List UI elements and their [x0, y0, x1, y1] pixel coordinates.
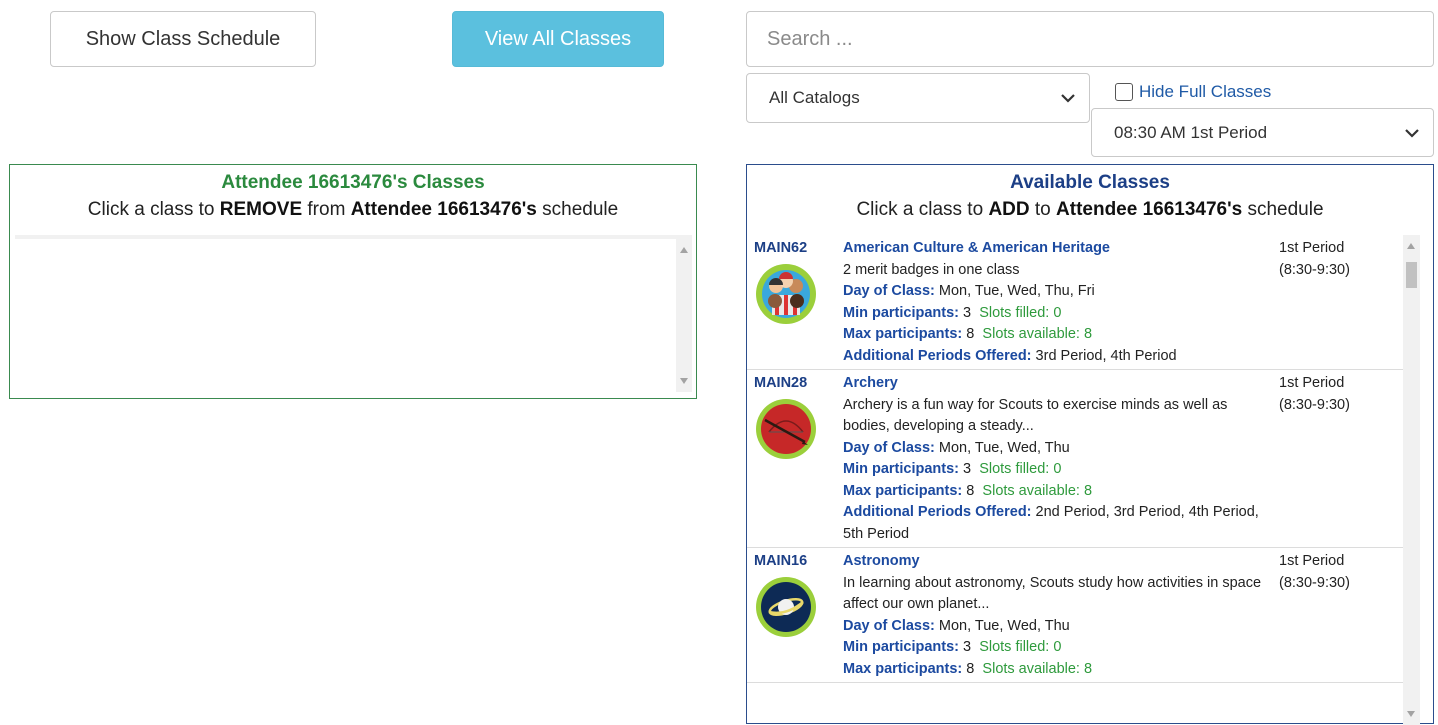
- class-days: Mon, Tue, Wed, Thu: [938, 439, 1070, 456]
- scroll-thumb[interactable]: [1406, 262, 1417, 288]
- chevron-down-icon: [1405, 128, 1419, 138]
- class-days: Mon, Tue, Wed, Thu, Fri: [938, 283, 1095, 299]
- class-max: 8: [966, 482, 975, 499]
- class-period-time: (8:30-9:30): [1279, 261, 1350, 278]
- day-label: Day of Class:: [843, 283, 935, 299]
- instr-action: REMOVE: [219, 199, 303, 220]
- class-period-name: 1st Period: [1279, 553, 1345, 569]
- attendee-classes-list[interactable]: [15, 235, 692, 392]
- max-label: Max participants:: [843, 326, 963, 342]
- available-classes-panel: Available Classes Click a class to ADD t…: [746, 164, 1434, 725]
- available-label: Slots available:: [982, 482, 1080, 499]
- class-period-name: 1st Period: [1279, 375, 1345, 391]
- instr-text: Click a class to: [856, 199, 989, 220]
- class-period-name: 1st Period: [1279, 240, 1345, 256]
- period-select[interactable]: 08:30 AM 1st Period: [1091, 108, 1434, 157]
- class-additional: 3rd Period, 4th Period: [1035, 347, 1177, 364]
- class-row[interactable]: MAIN28 1st Period (8:30-9:30) Archery Arc…: [747, 370, 1403, 548]
- instr-text: to: [1029, 199, 1057, 220]
- class-code: MAIN62: [754, 240, 808, 256]
- class-name: Astronomy: [843, 553, 920, 569]
- hide-full-classes-label: Hide Full Classes: [1139, 82, 1272, 101]
- class-name: American Culture & American Heritage: [843, 240, 1110, 256]
- class-period: 1st Period (8:30-9:30): [1279, 238, 1350, 281]
- filled-label: Slots filled:: [979, 461, 1050, 477]
- class-max: 8: [966, 326, 975, 342]
- class-code: MAIN28: [754, 375, 808, 391]
- min-label: Min participants:: [843, 461, 960, 477]
- instr-text: schedule: [1242, 199, 1324, 220]
- filled-label: Slots filled:: [979, 639, 1050, 655]
- class-period: 1st Period (8:30-9:30): [1279, 373, 1350, 416]
- class-max: 8: [966, 660, 975, 677]
- min-label: Min participants:: [843, 304, 960, 321]
- scroll-down-icon[interactable]: [1407, 711, 1415, 717]
- instr-attendee: Attendee 16613476's: [350, 199, 537, 220]
- class-min: 3: [963, 639, 972, 655]
- class-available: 8: [1083, 482, 1093, 499]
- class-filled: 0: [1053, 304, 1062, 321]
- archery-badge-icon: [756, 399, 816, 459]
- class-description: In learning about astronomy, Scouts stud…: [843, 574, 1262, 613]
- view-all-classes-button[interactable]: View All Classes: [452, 11, 664, 67]
- scroll-up-icon[interactable]: [1407, 243, 1415, 249]
- hide-full-classes-toggle[interactable]: Hide Full Classes: [1115, 82, 1271, 102]
- class-filled: 0: [1053, 639, 1062, 655]
- class-filled: 0: [1053, 461, 1062, 477]
- day-label: Day of Class:: [843, 439, 935, 456]
- scroll-up-icon[interactable]: [680, 247, 688, 253]
- instr-action: ADD: [988, 199, 1030, 220]
- additional-label: Additional Periods Offered:: [843, 504, 1032, 520]
- attendee-classes-instructions: Click a class to REMOVE from Attendee 16…: [10, 199, 696, 221]
- available-classes-title: Available Classes: [1010, 172, 1170, 193]
- class-min: 3: [963, 304, 972, 321]
- astronomy-badge-icon: [756, 577, 816, 637]
- class-days: Mon, Tue, Wed, Thu: [938, 617, 1070, 634]
- hide-full-classes-checkbox[interactable]: [1115, 83, 1133, 101]
- instr-text: Click a class to: [87, 199, 220, 220]
- catalog-select-value: All Catalogs: [769, 88, 860, 107]
- scroll-down-icon[interactable]: [680, 378, 688, 384]
- instr-text: from: [302, 199, 351, 220]
- attendee-classes-panel: Attendee 16613476's Classes Click a clas…: [9, 164, 697, 399]
- class-row[interactable]: MAIN16 1st Period (8:30-9:30) Astronomy I…: [747, 548, 1403, 683]
- attendee-classes-scrollbar[interactable]: [676, 239, 692, 392]
- search-input[interactable]: [746, 11, 1434, 67]
- class-name: Archery: [843, 375, 898, 391]
- additional-label: Additional Periods Offered:: [843, 347, 1032, 364]
- show-class-schedule-button[interactable]: Show Class Schedule: [50, 11, 316, 67]
- class-description: 2 merit badges in one class: [843, 261, 1020, 278]
- available-classes-scrollbar[interactable]: [1403, 235, 1420, 725]
- class-available: 8: [1083, 326, 1093, 342]
- chevron-down-icon: [1061, 94, 1075, 103]
- available-label: Slots available:: [982, 326, 1080, 342]
- max-label: Max participants:: [843, 482, 963, 499]
- max-label: Max participants:: [843, 660, 963, 677]
- catalog-select[interactable]: All Catalogs: [746, 73, 1090, 123]
- period-select-value: 08:30 AM 1st Period: [1114, 122, 1268, 142]
- class-row[interactable]: MAIN62 1st Period (8:30-9:30) American Cu…: [747, 235, 1403, 370]
- class-code: MAIN16: [754, 553, 808, 569]
- day-label: Day of Class:: [843, 617, 935, 634]
- class-period: 1st Period (8:30-9:30): [1279, 551, 1350, 594]
- instr-attendee: Attendee 16613476's: [1056, 199, 1243, 220]
- class-period-time: (8:30-9:30): [1279, 574, 1350, 591]
- class-min: 3: [963, 461, 972, 477]
- available-label: Slots available:: [982, 660, 1080, 677]
- class-available: 8: [1083, 660, 1093, 677]
- class-description: Archery is a fun way for Scouts to exerc…: [843, 396, 1228, 435]
- available-classes-instructions: Click a class to ADD to Attendee 1661347…: [747, 199, 1433, 221]
- min-label: Min participants:: [843, 639, 960, 655]
- filled-label: Slots filled:: [979, 304, 1050, 321]
- available-classes-list[interactable]: MAIN62 1st Period (8:30-9:30) American Cu…: [747, 235, 1433, 725]
- class-period-time: (8:30-9:30): [1279, 396, 1350, 413]
- instr-text: schedule: [536, 199, 619, 220]
- american-culture-badge-icon: [756, 264, 816, 324]
- attendee-classes-title: Attendee 16613476's Classes: [221, 172, 485, 193]
